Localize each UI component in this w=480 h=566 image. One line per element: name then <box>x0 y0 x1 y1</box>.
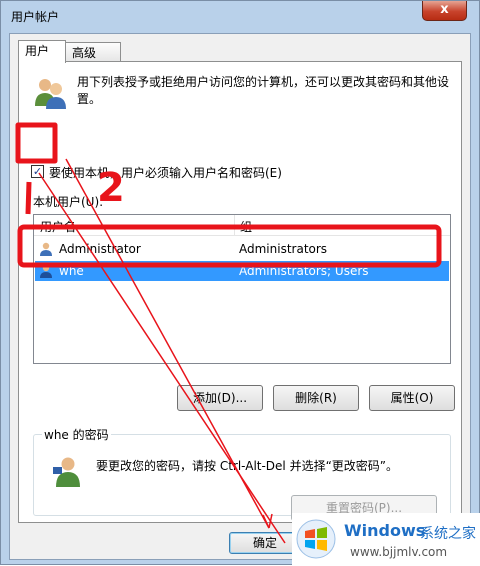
row-group: Administrators; Users <box>239 264 369 278</box>
ok-button[interactable]: 确定 <box>229 532 301 554</box>
add-user-button[interactable]: 添加(D)... <box>177 385 263 411</box>
close-button[interactable]: x <box>422 1 467 21</box>
table-row[interactable]: Administrator Administrators <box>35 239 449 259</box>
require-password-label[interactable]: 要使用本机，用户必须输入用户名和密码(E) <box>49 164 282 181</box>
local-users-label: 本机用户(U): <box>33 195 104 209</box>
user-password-icon <box>53 457 80 487</box>
properties-button[interactable]: 属性(O) <box>369 385 455 411</box>
title-bar[interactable]: 用户帐户 x <box>1 1 479 31</box>
remove-user-button[interactable]: 删除(R) <box>273 385 359 411</box>
watermark-brand: Windows <box>344 521 426 540</box>
users-listview[interactable]: 用户名 组 Administrator Administrators whe A… <box>33 214 451 364</box>
window-title: 用户帐户 <box>11 10 60 24</box>
tab-advanced[interactable]: 高级 <box>65 42 121 62</box>
watermark: Windows 系统之家 www.bjjmlv.com <box>292 513 480 566</box>
column-divider <box>234 215 235 235</box>
column-header-group[interactable]: 组 <box>240 218 252 235</box>
row-group: Administrators <box>239 242 328 256</box>
user-accounts-window: 用户帐户 x 用户 高级 用下列表授予或拒绝用户访问您的计算机，还可以更改其密码… <box>0 0 480 566</box>
password-groupbox: whe 的密码 要更改您的密码，请按 Ctrl-Alt-Del 并选择“更改密码… <box>33 426 451 521</box>
windows-logo-icon <box>296 519 336 559</box>
user-icon <box>40 242 52 256</box>
listview-header: 用户名 组 <box>34 215 450 236</box>
password-group-title: whe 的密码 <box>42 426 111 443</box>
tab-users[interactable]: 用户 <box>18 40 66 63</box>
password-instructions: 要更改您的密码，请按 Ctrl-Alt-Del 并选择“更改密码”。 <box>96 459 399 473</box>
dialog-client: 用户 高级 用下列表授予或拒绝用户访问您的计算机，还可以更改其密码和其他设置。 … <box>9 33 471 560</box>
close-icon: x <box>440 2 449 17</box>
users-icon <box>35 79 66 109</box>
user-icon <box>40 264 52 278</box>
watermark-brand-cn: 系统之家 <box>420 526 476 542</box>
row-username: Administrator <box>59 242 141 256</box>
require-password-checkbox[interactable]: ✓ <box>31 165 44 178</box>
table-row-selected[interactable]: whe Administrators; Users <box>35 261 449 281</box>
row-username: whe <box>59 264 84 278</box>
users-tab-panel: 用下列表授予或拒绝用户访问您的计算机，还可以更改其密码和其他设置。 ✓ 要使用本… <box>18 61 462 523</box>
watermark-url: www.bjjmlv.com <box>350 545 448 559</box>
column-header-username[interactable]: 用户名 <box>40 218 76 235</box>
intro-text: 用下列表授予或拒绝用户访问您的计算机，还可以更改其密码和其他设置。 <box>77 75 450 106</box>
